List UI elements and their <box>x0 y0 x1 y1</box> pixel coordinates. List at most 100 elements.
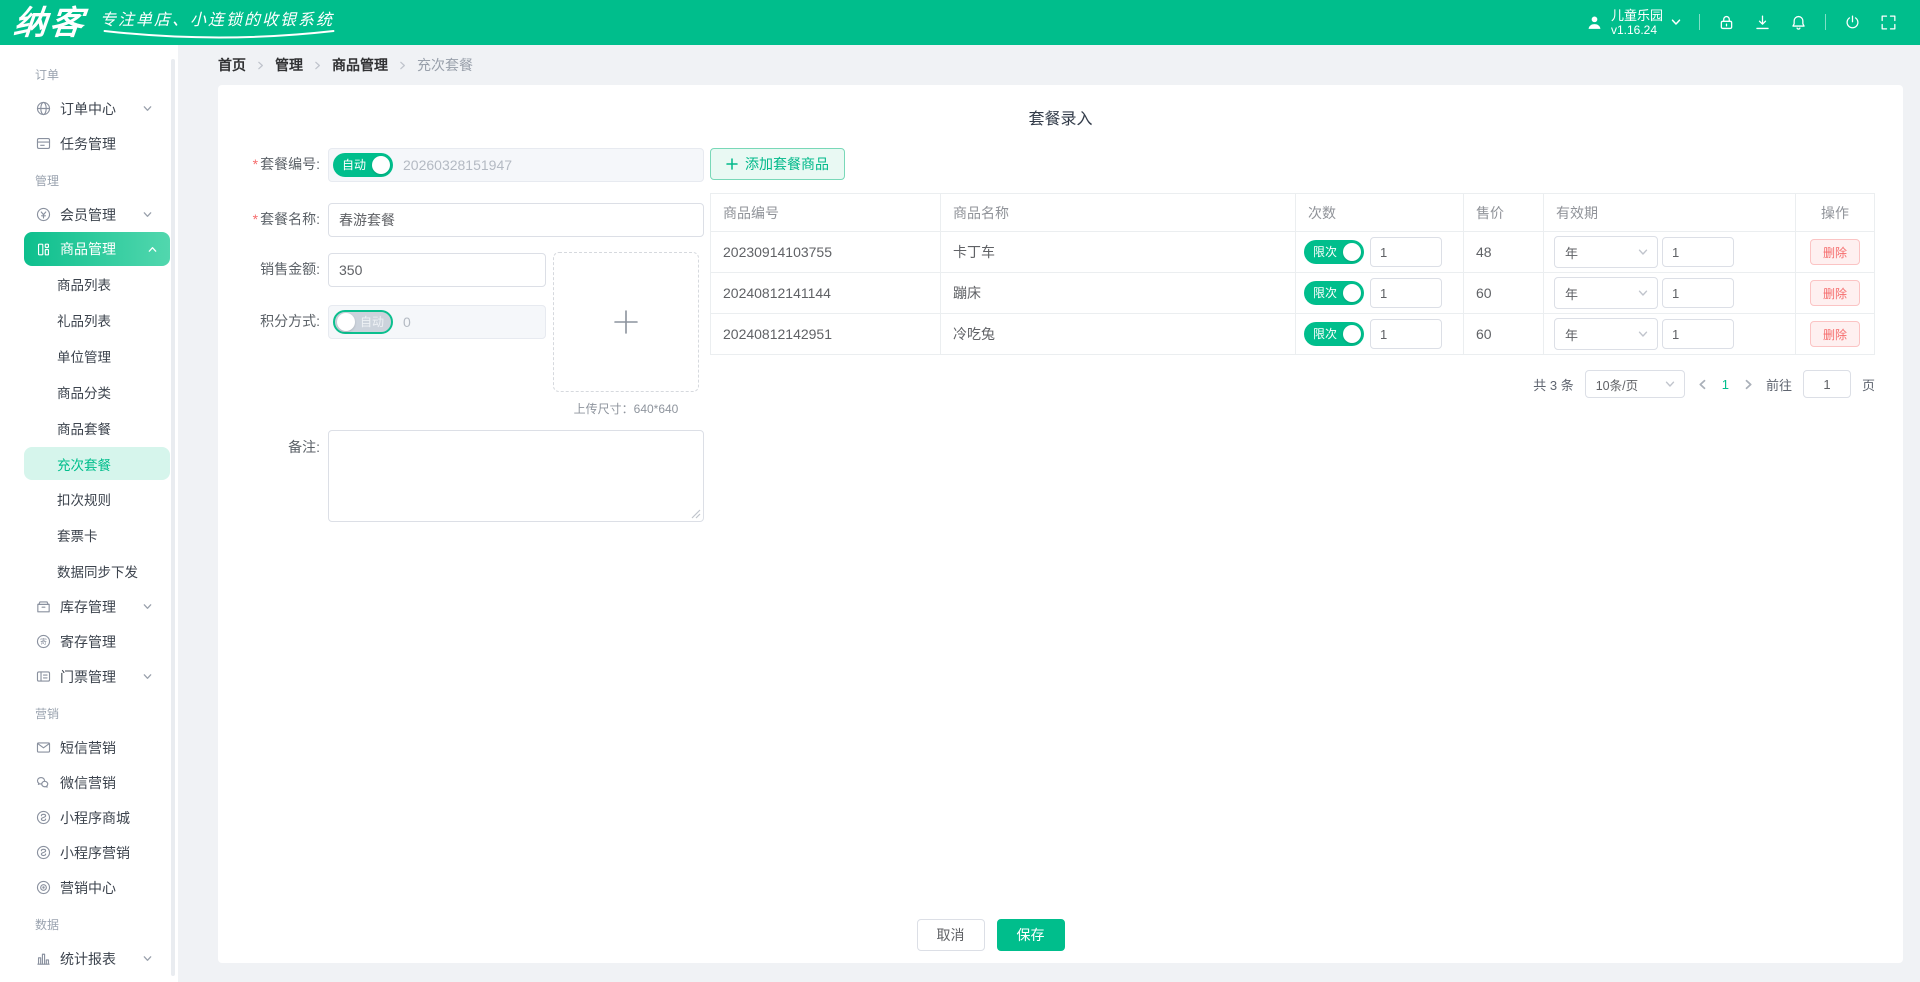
package-code-value: 20260328151947 <box>403 157 512 173</box>
auto-code-toggle[interactable]: 自动 <box>333 153 393 177</box>
sidebar-child-product-package[interactable]: 商品套餐 <box>0 410 178 446</box>
resize-grip-icon[interactable] <box>691 509 701 519</box>
sale-amount-input[interactable] <box>328 253 546 287</box>
validity-cell: 年 <box>1544 232 1796 273</box>
action-cell: 删除 <box>1796 314 1875 355</box>
sidebar-item-miniapp-marketing[interactable]: 小程序营销 <box>0 835 178 870</box>
table-row: 20240812142951 冷吃兔 限次 60 年 <box>711 314 1875 355</box>
sidebar-child-ticket-card[interactable]: 套票卡 <box>0 517 178 553</box>
validity-unit-select[interactable]: 年 <box>1554 236 1658 268</box>
page-size-select[interactable]: 10条/页 <box>1585 370 1685 398</box>
col-header-price: 售价 <box>1464 194 1544 232</box>
table-row: 20230914103755 卡丁车 限次 48 年 <box>711 232 1875 273</box>
sidebar-item-product-management[interactable]: 商品管理 <box>24 232 170 266</box>
next-page-icon[interactable] <box>1742 378 1755 391</box>
download-icon[interactable] <box>1753 13 1772 32</box>
user-icon <box>1585 13 1604 32</box>
sidebar-item-order-center[interactable]: 订单中心 <box>0 91 178 126</box>
points-mode-toggle[interactable]: 自动 <box>333 310 393 334</box>
toggle-knob <box>372 156 390 174</box>
sidebar-child-label: 充次套餐 <box>57 454 111 474</box>
sidebar-child-label: 商品套餐 <box>57 418 111 438</box>
product-code-cell: 20240812142951 <box>711 314 941 355</box>
sale-amount-label: 销售金额: <box>242 261 320 279</box>
sidebar-item-label: 寄存管理 <box>60 632 116 652</box>
validity-input[interactable] <box>1662 237 1734 267</box>
sidebar-child-label: 商品列表 <box>57 274 111 294</box>
points-mode-label: 积分方式: <box>242 313 320 331</box>
validity-input[interactable] <box>1662 278 1734 308</box>
sidebar-child-gift-list[interactable]: 礼品列表 <box>0 302 178 338</box>
chevron-down-icon <box>1670 16 1682 28</box>
brand-tagline: 专注单店、小连锁的收银系统 <box>100 6 334 34</box>
current-page[interactable]: 1 <box>1720 377 1731 392</box>
save-button[interactable]: 保存 <box>997 919 1065 951</box>
sidebar-child-deduction-rules[interactable]: 扣次规则 <box>0 481 178 517</box>
sidebar-item-ticket-management[interactable]: 门票管理 <box>0 659 178 694</box>
divider <box>1699 14 1700 30</box>
breadcrumb-home[interactable]: 首页 <box>218 55 246 75</box>
image-upload-box[interactable] <box>553 252 699 392</box>
package-code-label: *套餐编号: <box>242 156 320 174</box>
times-input[interactable] <box>1370 278 1442 308</box>
sidebar-child-label: 数据同步下发 <box>57 561 138 581</box>
delete-button[interactable]: 删除 <box>1810 239 1860 265</box>
package-name-input[interactable] <box>328 203 704 237</box>
sidebar-item-inventory-management[interactable]: 库存管理 <box>0 589 178 624</box>
bell-icon[interactable] <box>1789 13 1808 32</box>
delete-button[interactable]: 删除 <box>1810 321 1860 347</box>
brand-logo: 纳客 <box>12 6 87 39</box>
sidebar-child-unit-management[interactable]: 单位管理 <box>0 338 178 374</box>
add-button-label: 添加套餐商品 <box>745 154 829 174</box>
limit-times-toggle[interactable]: 限次 <box>1304 281 1364 305</box>
sidebar-item-member-management[interactable]: 会员管理 <box>0 197 178 232</box>
times-cell: 限次 <box>1296 314 1464 355</box>
page-unit-label: 页 <box>1862 375 1875 394</box>
validity-unit-value: 年 <box>1565 243 1578 262</box>
sidebar-item-sms-marketing[interactable]: 短信营销 <box>0 730 178 765</box>
validity-unit-select[interactable]: 年 <box>1554 318 1658 350</box>
package-products-table: 商品编号 商品名称 次数 售价 有效期 操作 20230914103755 卡丁… <box>710 193 1875 355</box>
validity-input[interactable] <box>1662 319 1734 349</box>
note-textarea[interactable] <box>328 430 704 522</box>
prev-page-icon[interactable] <box>1696 378 1709 391</box>
sidebar-child-data-sync[interactable]: 数据同步下发 <box>0 553 178 589</box>
lock-icon[interactable] <box>1717 13 1736 32</box>
chevron-down-icon <box>1637 287 1649 299</box>
sidebar-child-label: 扣次规则 <box>57 489 111 509</box>
sidebar-child-product-category[interactable]: 商品分类 <box>0 374 178 410</box>
sidebar-item-marketing-center[interactable]: 营销中心 <box>0 870 178 905</box>
delete-button[interactable]: 删除 <box>1810 280 1860 306</box>
validity-unit-select[interactable]: 年 <box>1554 277 1658 309</box>
table-header-row: 商品编号 商品名称 次数 售价 有效期 操作 <box>711 194 1875 232</box>
user-menu[interactable]: 儿童乐园 v1.16.24 <box>1585 8 1682 38</box>
limit-times-toggle[interactable]: 限次 <box>1304 322 1364 346</box>
footer-actions: 取消 保存 <box>917 919 1065 951</box>
chevron-right-icon <box>397 60 408 71</box>
sidebar-item-label: 库存管理 <box>60 597 116 617</box>
sidebar-item-task-management[interactable]: 任务管理 <box>0 126 178 161</box>
sidebar-child-product-list[interactable]: 商品列表 <box>0 266 178 302</box>
breadcrumb-product-management[interactable]: 商品管理 <box>332 55 388 75</box>
toggle-label: 限次 <box>1313 287 1337 299</box>
times-input[interactable] <box>1370 319 1442 349</box>
sidebar-item-data-analysis[interactable]: 数据分析 <box>0 976 178 982</box>
sidebar-item-deposit-management[interactable]: 寄 寄存管理 <box>0 624 178 659</box>
pagination-wrapper: 共 3 条 10条/页 1 前往 页 <box>710 370 1875 398</box>
fullscreen-icon[interactable] <box>1879 13 1898 32</box>
col-header-times: 次数 <box>1296 194 1464 232</box>
limit-times-toggle[interactable]: 限次 <box>1304 240 1364 264</box>
breadcrumb-management[interactable]: 管理 <box>275 55 303 75</box>
sidebar-item-wechat-marketing[interactable]: 微信营销 <box>0 765 178 800</box>
sidebar-child-recharge-package[interactable]: 充次套餐 <box>24 447 170 480</box>
sidebar-item-miniapp-mall[interactable]: 小程序商城 <box>0 800 178 835</box>
goto-page-input[interactable] <box>1803 370 1851 398</box>
add-package-product-button[interactable]: 添加套餐商品 <box>710 148 845 180</box>
tagline-text: 专注单店、小连锁的收银系统 <box>100 12 334 29</box>
times-input[interactable] <box>1370 237 1442 267</box>
inventory-icon <box>35 598 52 615</box>
sidebar-item-statistics-report[interactable]: 统计报表 <box>0 941 178 976</box>
action-cell: 删除 <box>1796 273 1875 314</box>
cancel-button[interactable]: 取消 <box>917 919 985 951</box>
power-icon[interactable] <box>1843 13 1862 32</box>
